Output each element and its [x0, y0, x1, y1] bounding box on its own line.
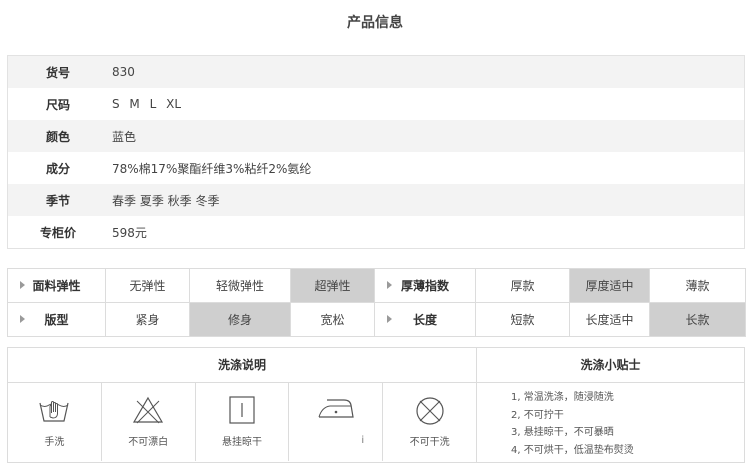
wash-title: 洗涤说明 [8, 348, 476, 383]
attr-option: 无弹性 [105, 268, 190, 303]
info-row-size: 尺码 S M L XL [8, 88, 744, 120]
attr-label-elasticity: 面料弹性 [7, 268, 106, 303]
care-icons: 手洗 不可漂白 悬挂晾干 i 不可干洗 [8, 383, 476, 461]
tips-list: 1, 常温洗涤，随浸随洗 2, 不可拧干 3, 悬挂晾干，不可暴晒 4, 不可烘… [477, 383, 744, 459]
info-key: 季节 [45, 193, 70, 208]
attr-option: 紧身 [105, 302, 190, 337]
triangle-right-icon [20, 281, 25, 289]
triangle-right-icon [20, 315, 25, 323]
info-value: 蓝色 [112, 129, 137, 144]
attr-label-fit: 版型 [7, 302, 106, 337]
tip-item: 2, 不可拧干 [511, 409, 564, 421]
care-item-no-bleach: 不可漂白 [102, 383, 196, 461]
info-value: S M L XL [112, 97, 182, 111]
attr-option: 短款 [475, 302, 570, 337]
attr-option: 薄款 [649, 268, 746, 303]
iron-icon [318, 399, 354, 418]
attribute-grid: 面料弹性 无弹性 轻微弹性 超弹性 厚薄指数 厚款 厚度适中 薄款 版型 紧身 … [7, 268, 746, 337]
info-value: 598元 [112, 225, 147, 240]
care-section: 洗涤说明 手洗 不可漂白 悬挂晾干 i 不可干洗 洗涤小贴士 1, 常温洗涤，随… [7, 347, 745, 463]
info-key: 颜色 [45, 129, 70, 144]
info-key: 成分 [45, 161, 70, 176]
attr-label-length: 长度 [374, 302, 476, 337]
care-label: 手洗 [44, 437, 65, 448]
care-item-hand-wash: 手洗 [8, 383, 102, 461]
attribute-row: 版型 紧身 修身 宽松 长度 短款 长度适中 长款 [7, 302, 746, 337]
info-row-sku: 货号 830 [8, 56, 744, 88]
attr-option-selected: 修身 [189, 302, 291, 337]
info-key: 专柜价 [39, 225, 76, 240]
info-row-season: 季节 春季 夏季 秋季 冬季 [8, 184, 744, 216]
attr-option: 长度适中 [569, 302, 650, 337]
info-key: 货号 [45, 65, 70, 80]
wash-instructions: 洗涤说明 手洗 不可漂白 悬挂晾干 i 不可干洗 [8, 348, 477, 462]
attr-option: 宽松 [290, 302, 375, 337]
info-value: 78%棉17%聚酯纤维3%粘纤2%氨纶 [112, 161, 312, 176]
info-key: 尺码 [45, 97, 70, 112]
care-label: 不可漂白 [128, 437, 169, 448]
hang-dry-icon [229, 396, 255, 424]
no-bleach-icon [133, 396, 164, 424]
tips-title: 洗涤小贴士 [477, 348, 744, 383]
attr-option: 厚款 [475, 268, 570, 303]
tip-item: 4, 不可烘干，低温垫布熨烫 [511, 444, 634, 456]
attribute-row: 面料弹性 无弹性 轻微弹性 超弹性 厚薄指数 厚款 厚度适中 薄款 [7, 268, 746, 303]
care-mark: i [361, 435, 365, 446]
info-row-color: 颜色 蓝色 [8, 120, 744, 152]
attr-option-selected: 长款 [649, 302, 746, 337]
care-item-hang-dry: 悬挂晾干 [196, 383, 290, 461]
attr-option: 轻微弹性 [189, 268, 291, 303]
attr-option-selected: 厚度适中 [569, 268, 650, 303]
info-row-composition: 成分 78%棉17%聚酯纤维3%粘纤2%氨纶 [8, 152, 744, 184]
wash-tips: 洗涤小贴士 1, 常温洗涤，随浸随洗 2, 不可拧干 3, 悬挂晾干，不可暴晒 … [477, 348, 744, 462]
page-title: 产品信息 [347, 15, 403, 31]
tip-item: 3, 悬挂晾干，不可暴晒 [511, 427, 614, 438]
triangle-right-icon [387, 315, 392, 323]
care-label: 不可干洗 [409, 437, 450, 448]
info-value: 830 [112, 65, 135, 79]
triangle-right-icon [387, 281, 392, 289]
attr-label-thickness: 厚薄指数 [374, 268, 476, 303]
attr-option-selected: 超弹性 [290, 268, 375, 303]
info-value: 春季 夏季 秋季 冬季 [112, 193, 220, 208]
info-row-price: 专柜价 598元 [8, 216, 744, 248]
care-item-iron: i [289, 383, 384, 461]
product-info-table: 货号 830 尺码 S M L XL 颜色 蓝色 成分 78%棉17%聚酯纤维3… [7, 55, 745, 249]
hand-wash-icon [39, 401, 69, 422]
no-dry-clean-icon [415, 397, 444, 425]
care-item-no-dry-clean: 不可干洗 [383, 383, 476, 461]
tip-item: 1, 常温洗涤，随浸随洗 [511, 392, 614, 403]
care-label: 悬挂晾干 [221, 437, 262, 448]
